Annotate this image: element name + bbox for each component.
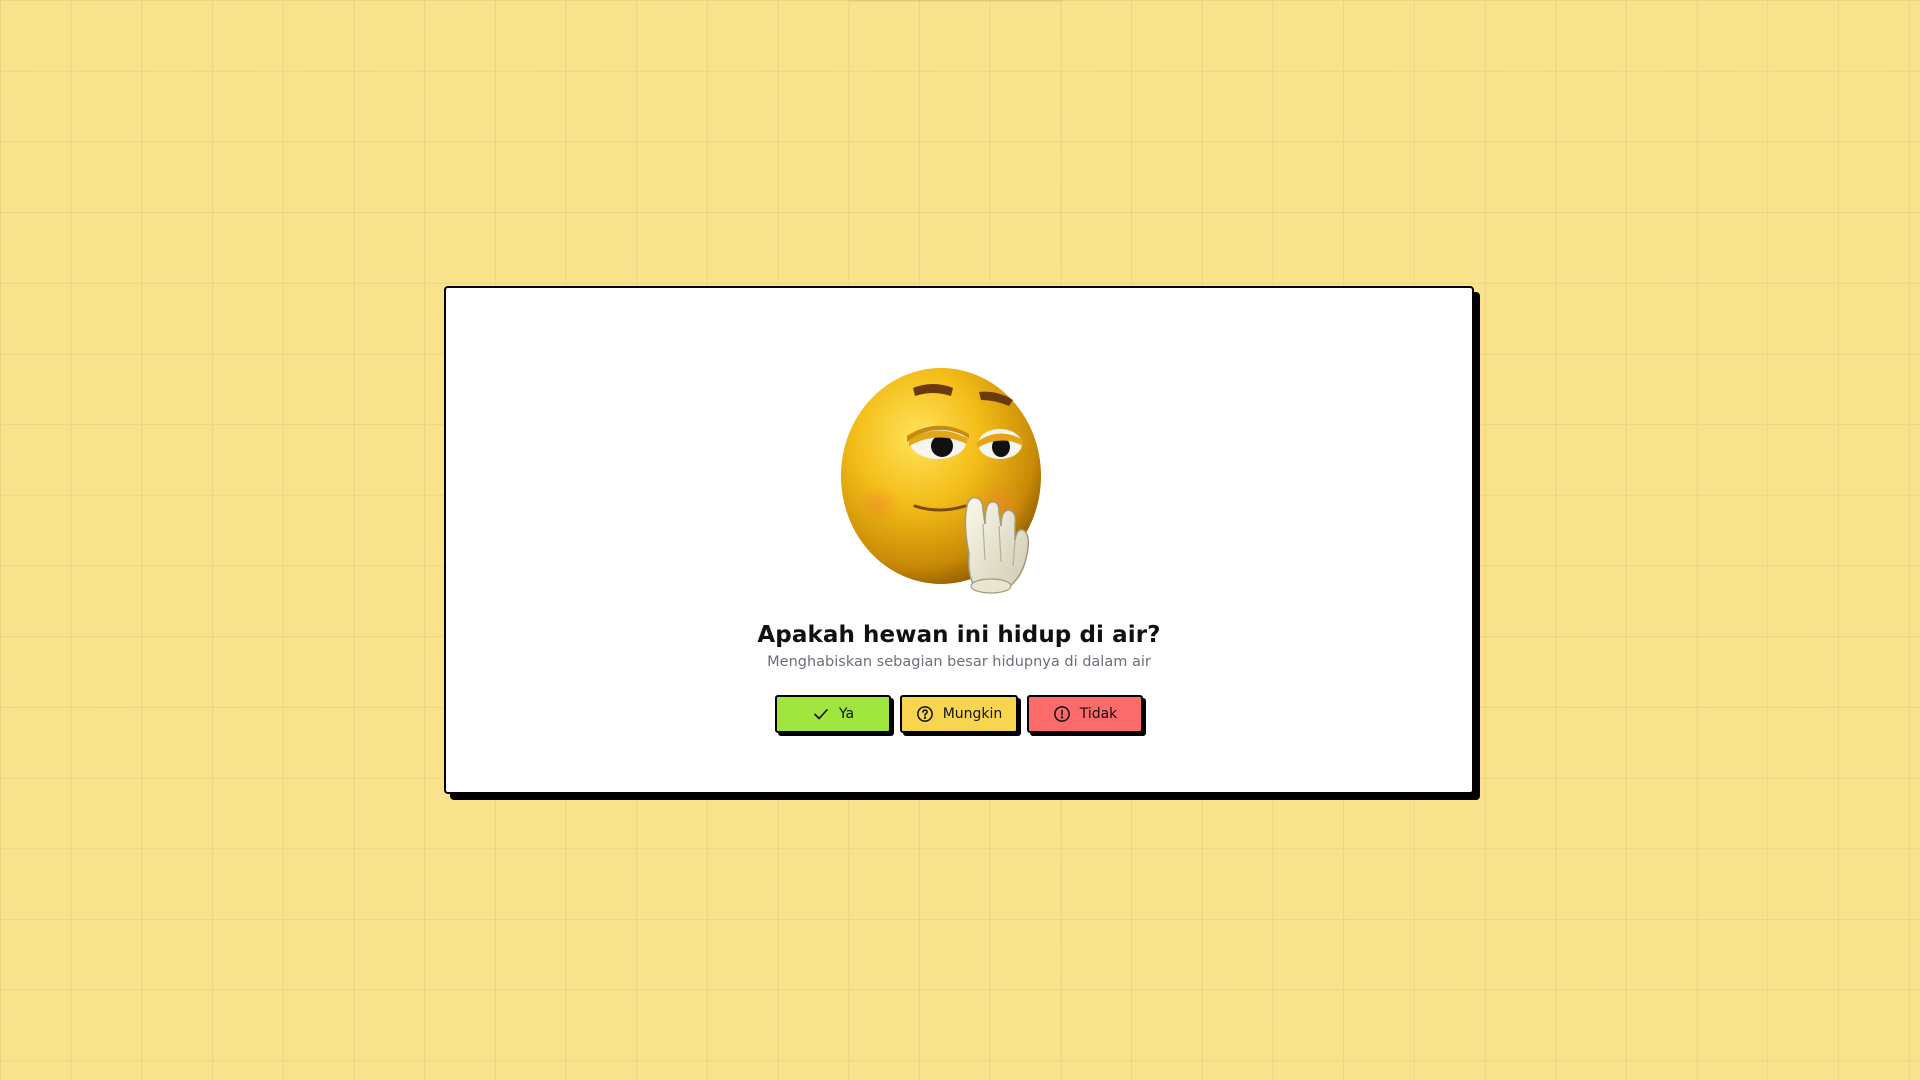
- alert-circle-icon: [1053, 705, 1071, 723]
- maybe-button-label: Mungkin: [942, 706, 1003, 722]
- question-circle-icon: [916, 705, 934, 723]
- thinking-face-emoji-icon: [841, 364, 1081, 604]
- question-title: Apakah hewan ini hidup di air?: [757, 622, 1161, 648]
- question-hint: Menghabiskan sebagian besar hidupnya di …: [767, 654, 1151, 670]
- maybe-button[interactable]: Mungkin: [900, 695, 1018, 733]
- answer-buttons: Ya Mungkin Tidak: [446, 695, 1472, 733]
- no-button-label: Tidak: [1079, 706, 1118, 722]
- check-icon: [812, 705, 830, 723]
- yes-button[interactable]: Ya: [775, 695, 891, 733]
- no-button[interactable]: Tidak: [1027, 695, 1143, 733]
- yes-button-label: Ya: [838, 706, 855, 722]
- question-card: Apakah hewan ini hidup di air? Menghabis…: [444, 286, 1474, 794]
- top-tab-decoration: [848, 0, 1064, 2]
